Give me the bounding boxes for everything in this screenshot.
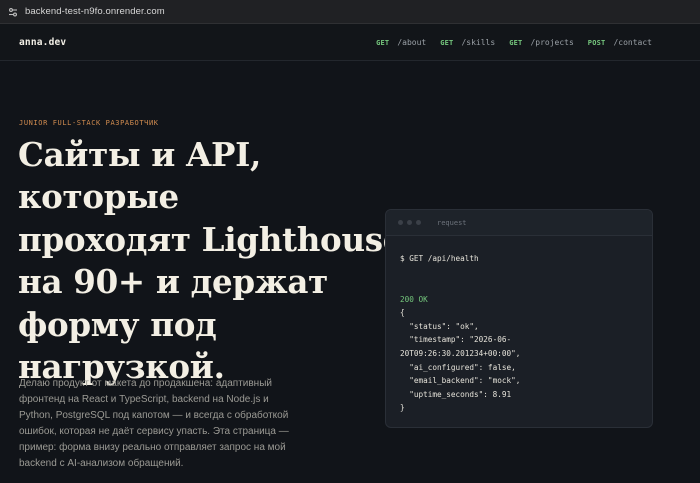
terminal-command: $ GET /api/health (400, 254, 479, 263)
nav-method: POST (587, 38, 606, 47)
request-terminal-card: request $ GET /api/health 200 OK { "stat… (385, 209, 653, 428)
headline-line: на 90+ и держат (18, 262, 328, 302)
nav-item-skills[interactable]: GET /skills (440, 38, 495, 47)
nav-path[interactable]: /contact (613, 38, 652, 47)
response-line: "timestamp": "2026-06- (400, 335, 512, 345)
response-line: "uptime_seconds": 8.91 (400, 389, 512, 399)
response-line: "status": "ok", (400, 321, 479, 331)
response-status: 200 OK (400, 294, 428, 304)
headline-line: форму под (18, 304, 217, 344)
nav-method: GET (440, 38, 454, 47)
main-nav: GET /about GET /skills GET /projects POS… (362, 38, 652, 47)
headline-line: Сайты и API, (18, 135, 262, 174)
nav-path[interactable]: /projects (530, 38, 573, 47)
window-dot-icon (407, 220, 412, 225)
terminal-titlebar: request (386, 210, 652, 236)
nav-path[interactable]: /about (397, 38, 426, 47)
response-line: { (400, 308, 405, 318)
nav-path[interactable]: /skills (461, 38, 495, 47)
response-line: 20T09:26:30.201234+00:00", (400, 348, 521, 358)
site-header: anna.dev GET /about GET /skills GET /pro… (0, 24, 700, 61)
response-line: } (400, 403, 405, 413)
hero-eyebrow: JUNIOR FULL-STACK РАЗРАБОТЧИК (19, 119, 159, 127)
window-dot-icon (398, 220, 403, 225)
hero-headline: Сайты и API, которые проходят Lighthouse… (18, 134, 404, 388)
terminal-title: request (437, 218, 467, 227)
terminal-body: $ GET /api/health 200 OK { "status": "ok… (386, 236, 652, 415)
browser-address-bar[interactable]: backend-test-n9fo.onrender.com (0, 0, 700, 24)
nav-item-about[interactable]: GET /about (376, 38, 426, 47)
nav-item-contact[interactable]: POST /contact (588, 38, 652, 47)
response-line: "email_backend": "mock", (400, 376, 521, 386)
nav-method: GET (376, 38, 390, 47)
headline-line: которые (18, 177, 179, 217)
url-text[interactable]: backend-test-n9fo.onrender.com (25, 6, 165, 17)
nav-item-projects[interactable]: GET /projects (509, 38, 574, 47)
hero-description: Делаю продукт от макета до продакшена: а… (19, 378, 289, 469)
response-line: "ai_configured": false, (400, 362, 516, 372)
nav-method: GET (509, 38, 523, 47)
site-info-icon[interactable] (6, 5, 20, 19)
headline-line: проходят Lighthouse (18, 219, 404, 259)
window-dot-icon (416, 220, 421, 225)
brand-logo[interactable]: anna.dev (19, 37, 66, 48)
